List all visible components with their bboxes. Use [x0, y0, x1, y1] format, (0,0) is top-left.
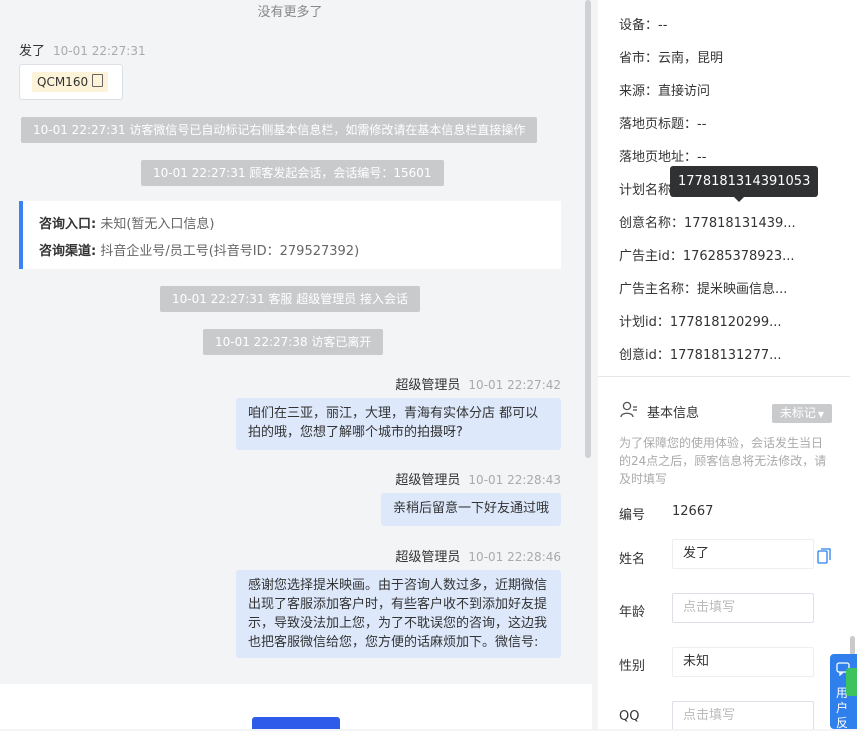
agent-sender-line: 超级管理员 10-01 22:27:42: [395, 374, 561, 393]
visitor-code-message: QCM160: [19, 64, 123, 100]
visitor-sender-line: 发了 10-01 22:27:31: [19, 40, 146, 59]
bubble-line: 示，导致没法加上您，为了不耽误您的咨询，这边我: [248, 616, 548, 631]
id-label: 编号: [619, 508, 646, 523]
message-time: 10-01 22:27:31: [53, 44, 146, 58]
agent-message-bubble: 咱们在三亚，丽江，大理，青海有实体分店 都可以 拍的哦，您想了解哪个城市的拍摄呀…: [236, 398, 561, 450]
feedback-status-indicator: [846, 668, 857, 696]
visitor-info-panel: 设备：-- 省市：云南，昆明 来源：直接访问 落地页标题：-- 落地页地址：--…: [598, 0, 857, 729]
bubble-line: 拍的哦，您想了解哪个城市的拍摄呀?: [248, 425, 463, 440]
qq-input[interactable]: 点击填写: [672, 701, 814, 729]
advertiser-id-row[interactable]: 广告主id：176285378923...: [619, 245, 795, 264]
copy-icon[interactable]: [92, 74, 104, 87]
system-message: 10-01 22:27:38 访客已离开: [203, 329, 384, 355]
advertiser-name-row[interactable]: 广告主名称：提米映画信息...: [619, 278, 787, 297]
landing-url-row: 落地页地址：--: [619, 150, 707, 165]
tag-dropdown-label: 未标记: [779, 406, 816, 420]
system-message: 10-01 22:27:31 客服 超级管理员 接入会话: [160, 286, 421, 312]
creative-id-row[interactable]: 创意id：177818131277...: [619, 344, 782, 363]
section-divider: [598, 376, 850, 377]
name-field[interactable]: 发了: [672, 539, 814, 569]
creative-name-row[interactable]: 创意名称：177818131439...: [619, 212, 796, 231]
system-message: 10-01 22:27:31 顾客发起会话，会话编号：15601: [141, 160, 444, 186]
device-row: 设备：--: [619, 18, 668, 33]
source-row: 来源：直接访问: [619, 84, 711, 99]
creative-name-tooltip: 1778181314391053: [670, 166, 819, 197]
agent-message-bubble: 感谢您选择提米映画。由于咨询人数过多，近期微信 出现了客服添加客户时，有些客户收…: [236, 570, 561, 658]
consult-channel-value: 抖音企业号/员工号(抖音号ID：279527392): [100, 244, 360, 259]
consult-info-card: 咨询入口: 未知(暂无入口信息) 咨询渠道: 抖音企业号/员工号(抖音号ID：2…: [19, 201, 561, 269]
chat-message-list[interactable]: 没有更多了 发了 10-01 22:27:31 QCM160 10-01 22:2…: [0, 0, 592, 684]
system-message: 10-01 22:27:31 访客微信号已自动标记右侧基本信息栏，如需修改请在基…: [21, 117, 538, 143]
copy-icon[interactable]: [817, 548, 831, 564]
basic-info-title: 基本信息: [647, 406, 700, 421]
agent-sender-line: 超级管理员 10-01 22:28:43: [395, 469, 561, 488]
sender-name: 超级管理员: [395, 473, 461, 488]
tag-dropdown-button[interactable]: 未标记 ▼: [772, 404, 832, 423]
landing-title-row: 落地页标题：--: [619, 117, 707, 132]
consult-channel-row: 咨询渠道: 抖音企业号/员工号(抖音号ID：279527392): [39, 240, 359, 259]
bubble-line: 亲稍后留意一下好友通过哦: [393, 501, 550, 516]
edit-notice: 为了保障您的使用体验，会话发生当日的24点之后，顾客信息将无法修改，请及时填写: [619, 436, 827, 486]
province-city-row: 省市：云南，昆明: [619, 51, 724, 66]
agent-message-bubble: 亲稍后留意一下好友通过哦: [381, 493, 561, 526]
consult-channel-label: 咨询渠道:: [39, 244, 97, 259]
age-label: 年龄: [619, 605, 646, 620]
message-time: 10-01 22:28:46: [468, 550, 561, 564]
chat-scrollbar[interactable]: [585, 0, 591, 458]
plan-id-row[interactable]: 计划id：177818120299...: [619, 311, 782, 330]
gender-select[interactable]: 未知: [672, 647, 814, 677]
message-time: 10-01 22:27:42: [468, 378, 561, 392]
consult-entry-label: 咨询入口:: [39, 217, 97, 232]
consult-entry-value: 未知(暂无入口信息): [100, 217, 215, 232]
qq-label: QQ: [619, 709, 640, 724]
tooltip-arrow: [734, 197, 744, 202]
gender-label: 性别: [619, 659, 646, 674]
sender-name: 超级管理员: [395, 378, 461, 393]
wechat-code-text: QCM160: [37, 75, 89, 89]
caret-down-icon: ▼: [817, 410, 825, 419]
bubble-line: 感谢您选择提米映画。由于咨询人数过多，近期微信: [248, 578, 548, 593]
wechat-code-chip[interactable]: QCM160: [32, 72, 109, 92]
name-label: 姓名: [619, 552, 646, 567]
chat-area: 没有更多了 发了 10-01 22:27:31 QCM160 10-01 22:2…: [0, 0, 592, 729]
bubble-line: 出现了客服添加客户时，有些客户收不到添加好友提: [248, 597, 548, 612]
bubble-line: 也把客服微信给您，您方便的话麻烦加下。微信号:: [248, 635, 539, 650]
send-button[interactable]: [252, 717, 340, 729]
sender-name: 超级管理员: [395, 550, 461, 565]
sender-name: 发了: [19, 44, 46, 59]
age-input[interactable]: 点击填写: [672, 593, 814, 623]
bubble-line: 咱们在三亚，丽江，大理，青海有实体分店 都可以: [248, 406, 539, 421]
no-more-messages: 没有更多了: [257, 5, 323, 20]
consult-entry-row: 咨询入口: 未知(暂无入口信息): [39, 213, 215, 232]
id-value: 12667: [672, 504, 714, 519]
agent-sender-line: 超级管理员 10-01 22:28:46: [395, 546, 561, 565]
user-icon: [620, 401, 637, 418]
message-time: 10-01 22:28:43: [468, 473, 561, 487]
